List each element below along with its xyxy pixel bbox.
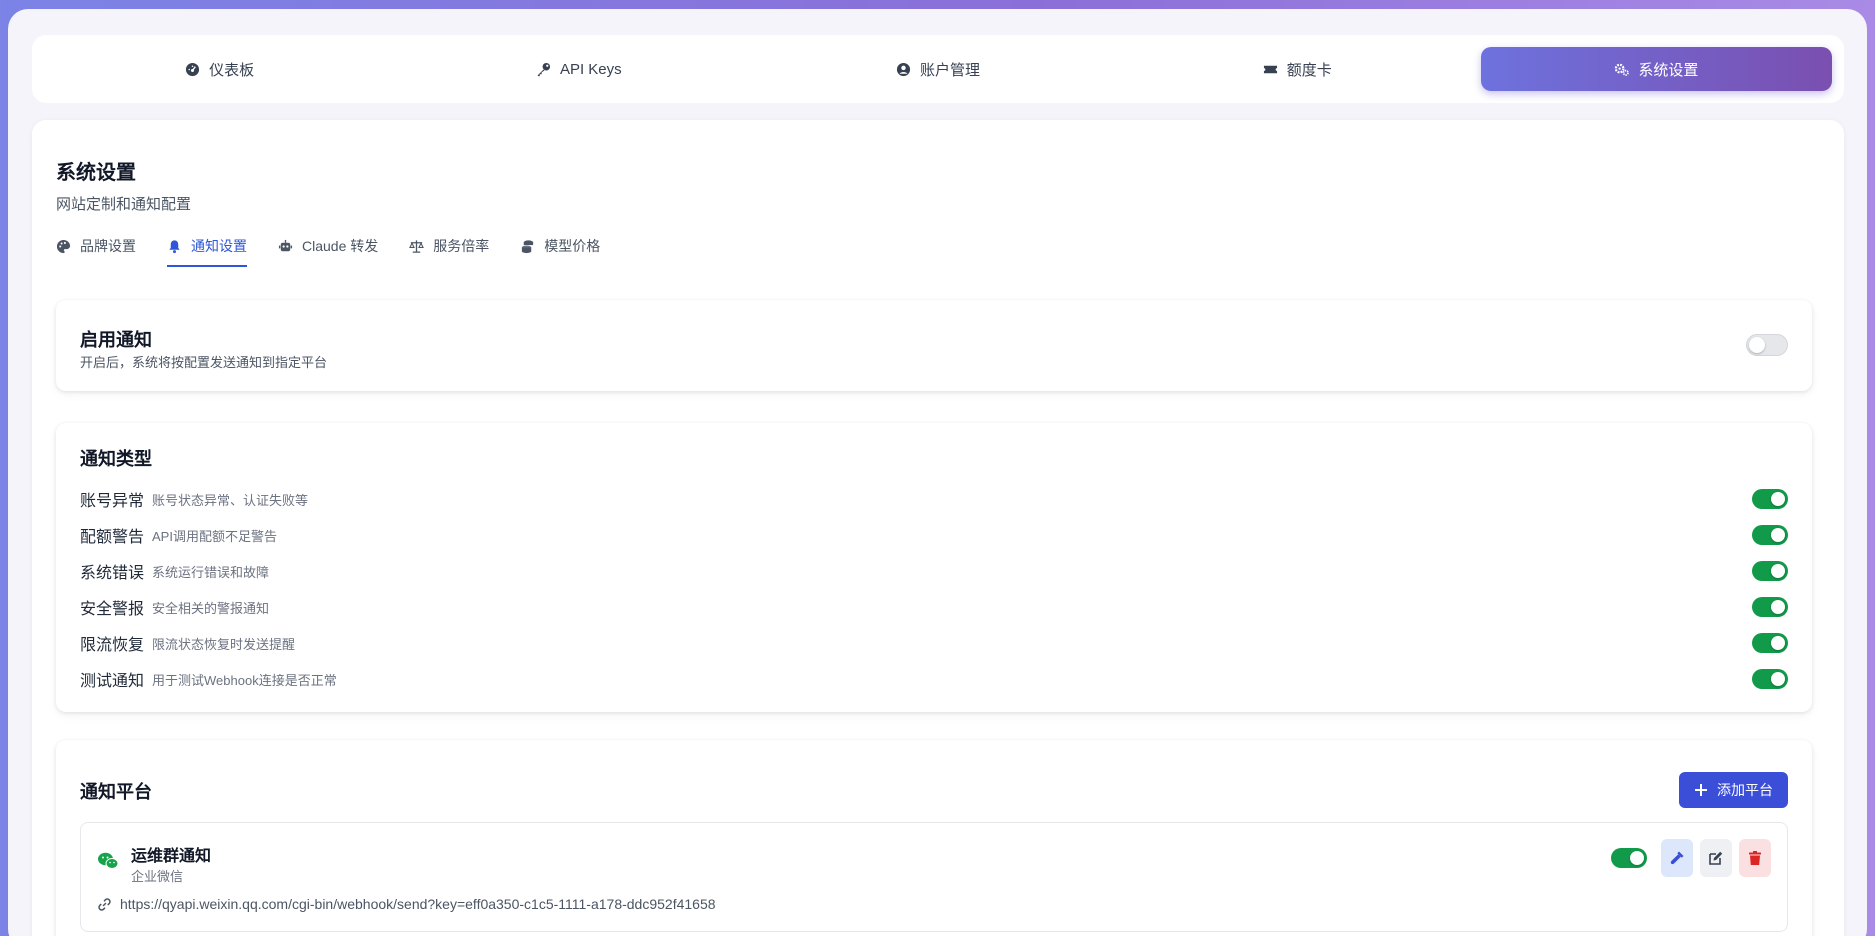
- type-desc: API调用配额不足警告: [152, 528, 277, 544]
- enable-notifications-toggle[interactable]: [1746, 334, 1788, 356]
- nav-item-dashboard[interactable]: 仪表板: [44, 47, 395, 91]
- tab-label: 通知设置: [191, 238, 247, 254]
- user-circle-icon: [896, 62, 911, 76]
- nav-label: API Keys: [559, 60, 622, 78]
- coins-icon: [522, 239, 534, 253]
- add-platform-button[interactable]: 添加平台: [1679, 772, 1788, 808]
- delete-platform-button[interactable]: [1739, 839, 1771, 877]
- tab-label: 服务倍率: [433, 238, 490, 254]
- type-name: 限流恢复: [80, 637, 145, 654]
- toggle-knob: [1771, 492, 1785, 506]
- type-toggle-account-error[interactable]: [1752, 489, 1788, 509]
- type-row-security-alert: 安全警报 安全相关的警报通知: [80, 594, 1788, 620]
- type-row-account-error: 账号异常 账号状态异常、认证失败等: [80, 486, 1788, 512]
- nav-label: 仪表板: [209, 61, 255, 79]
- add-platform-label: 添加平台: [1717, 782, 1773, 798]
- app-frame: 仪表板 API Keys 账户管理 额度卡 系统设置 系统设置 网站定制和通知配…: [8, 9, 1867, 936]
- trash-icon: [1749, 851, 1761, 865]
- enable-description: 开启后，系统将按配置发送通知到指定平台: [80, 355, 328, 370]
- type-toggle-test-notification[interactable]: [1752, 669, 1788, 689]
- key-icon: [537, 62, 551, 76]
- edit-platform-button[interactable]: [1700, 839, 1732, 877]
- type-desc: 用于测试Webhook连接是否正常: [152, 672, 337, 688]
- tab-notifications[interactable]: 通知设置: [167, 236, 247, 267]
- scale-icon: [409, 239, 425, 253]
- toggle-knob: [1771, 600, 1785, 614]
- nav-label: 额度卡: [1286, 61, 1332, 79]
- wechat-icon: [98, 852, 119, 869]
- types-title: 通知类型: [80, 449, 152, 469]
- platform-type: 企业微信: [131, 869, 184, 884]
- type-row-rate-limit-recovery: 限流恢复 限流状态恢复时发送提醒: [80, 630, 1788, 656]
- type-desc: 安全相关的警报通知: [152, 600, 270, 616]
- notification-platforms-panel: 通知平台 添加平台 运维群通知 企业微信 https://qyapi.weixi…: [56, 740, 1812, 936]
- notification-types-panel: 通知类型 账号异常 账号状态异常、认证失败等 配额警告 API调用配额不足警告 …: [56, 423, 1812, 712]
- toggle-knob: [1771, 672, 1785, 686]
- nav-item-accounts[interactable]: 账户管理: [762, 47, 1113, 91]
- edit-icon: [1709, 851, 1723, 865]
- toggle-knob: [1771, 636, 1785, 650]
- cogs-icon: [1615, 63, 1630, 76]
- tab-model-pricing[interactable]: 模型价格: [520, 236, 600, 267]
- tab-claude-relay[interactable]: Claude 转发: [278, 236, 378, 267]
- toggle-knob: [1771, 528, 1785, 542]
- dashboard-icon: [186, 62, 200, 76]
- flask-icon: [1670, 851, 1684, 865]
- robot-icon: [278, 239, 293, 251]
- type-name: 测试通知: [80, 673, 145, 690]
- type-name: 安全警报: [80, 601, 145, 618]
- tab-label: 品牌设置: [80, 238, 136, 254]
- nav-label: 账户管理: [920, 61, 981, 79]
- enable-notifications-panel: 启用通知 开启后，系统将按配置发送通知到指定平台: [56, 300, 1812, 391]
- nav-item-quota-cards[interactable]: 额度卡: [1122, 47, 1473, 91]
- type-toggle-system-error[interactable]: [1752, 561, 1788, 581]
- link-icon: [98, 897, 111, 911]
- platform-actions: [1611, 839, 1771, 877]
- type-desc: 账号状态异常、认证失败等: [152, 492, 309, 508]
- type-toggle-security-alert[interactable]: [1752, 597, 1788, 617]
- platform-url: https://qyapi.weixin.qq.com/cgi-bin/webh…: [120, 896, 716, 912]
- tab-service-rate[interactable]: 服务倍率: [409, 236, 489, 267]
- palette-icon: [56, 239, 71, 253]
- type-name: 账号异常: [80, 493, 145, 510]
- settings-card: 系统设置 网站定制和通知配置 品牌设置 通知设置 Claude 转发 服务倍率 …: [32, 120, 1844, 936]
- nav-label: 系统设置: [1638, 61, 1699, 79]
- type-toggle-rate-limit-recovery[interactable]: [1752, 633, 1788, 653]
- type-toggle-quota-warning[interactable]: [1752, 525, 1788, 545]
- toggle-knob: [1630, 851, 1644, 865]
- settings-tabs: 品牌设置 通知设置 Claude 转发 服务倍率 模型价格: [56, 236, 600, 267]
- platform-card: 运维群通知 企业微信 https://qyapi.weixin.qq.com/c…: [80, 822, 1788, 932]
- type-row-quota-warning: 配额警告 API调用配额不足警告: [80, 522, 1788, 548]
- tab-label: Claude 转发: [302, 238, 379, 254]
- type-desc: 系统运行错误和故障: [152, 564, 270, 580]
- platforms-title: 通知平台: [80, 782, 152, 802]
- platform-url-row: https://qyapi.weixin.qq.com/cgi-bin/webh…: [97, 896, 716, 912]
- bell-icon: [169, 239, 180, 253]
- platform-enable-toggle[interactable]: [1611, 848, 1647, 868]
- type-row-test-notification: 测试通知 用于测试Webhook连接是否正常: [80, 666, 1788, 692]
- toggle-knob: [1771, 564, 1785, 578]
- type-row-system-error: 系统错误 系统运行错误和故障: [80, 558, 1788, 584]
- tab-label: 模型价格: [544, 238, 601, 254]
- test-platform-button[interactable]: [1661, 839, 1693, 877]
- platform-name: 运维群通知: [131, 848, 212, 865]
- type-desc: 限流状态恢复时发送提醒: [152, 636, 296, 652]
- toggle-knob: [1749, 337, 1765, 353]
- page-title: 系统设置: [56, 162, 136, 184]
- plus-icon: [1695, 784, 1707, 796]
- type-name: 配额警告: [80, 529, 145, 546]
- top-navigation: 仪表板 API Keys 账户管理 额度卡 系统设置: [32, 35, 1844, 103]
- nav-item-system-settings[interactable]: 系统设置: [1480, 47, 1833, 91]
- enable-title: 启用通知: [80, 330, 152, 350]
- ticket-icon: [1263, 65, 1277, 73]
- tab-branding[interactable]: 品牌设置: [56, 236, 136, 267]
- type-name: 系统错误: [80, 565, 145, 582]
- page-subtitle: 网站定制和通知配置: [56, 196, 192, 213]
- nav-item-api-keys[interactable]: API Keys: [403, 47, 754, 91]
